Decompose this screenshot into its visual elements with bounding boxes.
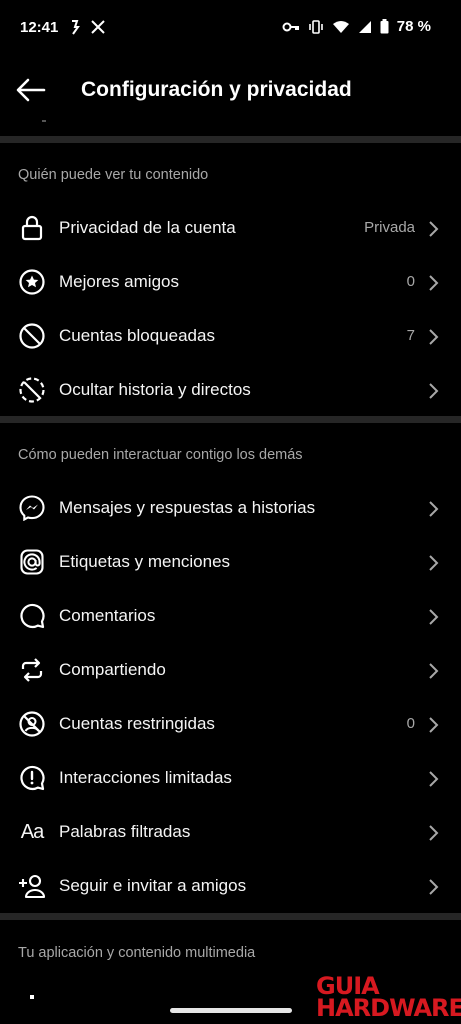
battery-percentage: 78 % (396, 18, 431, 35)
text-aa-icon: Aa (18, 818, 46, 846)
row-account-privacy[interactable]: Privacidad de la cuenta Privada (0, 201, 461, 255)
row-label: Cuentas bloqueadas (59, 326, 215, 345)
text-aa-glyph: Aa (20, 820, 44, 843)
partial-row-icon (30, 995, 34, 999)
chevron-right-icon (429, 879, 439, 895)
chevron-right-icon (429, 329, 439, 345)
row-label: Interacciones limitadas (59, 768, 232, 787)
page-title: Configuración y privacidad (81, 78, 352, 101)
wifi-icon (332, 20, 349, 33)
watermark-logo: GUIA HARDWARE (316, 972, 461, 1022)
row-value: Privada (364, 219, 415, 236)
row-label: Mejores amigos (59, 272, 179, 291)
row-comments[interactable]: Comentarios (0, 589, 461, 643)
activity-icon (72, 20, 80, 35)
home-indicator[interactable] (170, 1008, 292, 1013)
row-label: Etiquetas y menciones (59, 552, 231, 571)
chevron-right-icon (429, 383, 439, 399)
section-divider (0, 416, 461, 423)
chevron-right-icon (429, 275, 439, 291)
row-sharing[interactable]: Compartiendo (0, 643, 461, 697)
x-icon (91, 20, 105, 34)
share-repost-icon (18, 656, 46, 684)
status-time: 12:41 (20, 19, 59, 36)
row-hide-story[interactable]: Ocultar historia y directos (0, 363, 461, 417)
chevron-right-icon (429, 555, 439, 571)
section-divider (0, 913, 461, 920)
row-label: Ocultar historia y directos (59, 380, 251, 399)
page-header: Configuración y privacidad (0, 58, 461, 136)
hide-story-icon (18, 376, 46, 404)
section-title-who-can-see: Quién puede ver tu contenido (18, 167, 209, 183)
chevron-right-icon (429, 609, 439, 625)
chevron-right-icon (429, 717, 439, 733)
row-close-friends[interactable]: Mejores amigos 0 (0, 255, 461, 309)
star-circle-icon (18, 268, 46, 296)
row-value: 0 (406, 273, 415, 290)
status-bar: 12:41 78 % (0, 0, 461, 58)
limited-interactions-icon (18, 764, 46, 792)
chevron-right-icon (429, 501, 439, 517)
section-title-app-media: Tu aplicación y contenido multimedia (18, 945, 256, 961)
row-value: 7 (406, 327, 415, 344)
restricted-icon (18, 710, 46, 738)
messenger-icon (18, 494, 46, 522)
row-restricted-accounts[interactable]: Cuentas restringidas 0 (0, 697, 461, 751)
battery-icon (380, 19, 389, 34)
back-arrow-icon[interactable] (14, 76, 48, 104)
lock-icon (18, 214, 46, 242)
row-tags-mentions[interactable]: Etiquetas y menciones (0, 535, 461, 589)
at-mention-icon (18, 548, 46, 576)
row-label: Mensajes y respuestas a historias (59, 498, 316, 517)
scroll-hint (42, 120, 46, 122)
chevron-right-icon (429, 771, 439, 787)
block-icon (18, 322, 46, 350)
comment-icon (18, 602, 46, 630)
chevron-right-icon (429, 663, 439, 679)
row-label: Palabras filtradas (59, 822, 191, 841)
row-limited-interactions[interactable]: Interacciones limitadas (0, 751, 461, 805)
row-filtered-words[interactable]: Aa Palabras filtradas (0, 805, 461, 859)
row-label: Cuentas restringidas (59, 714, 215, 733)
vibrate-icon (308, 19, 323, 34)
watermark-bottom: HARDWARE (316, 994, 461, 1022)
signal-icon (358, 20, 371, 33)
row-label: Seguir e invitar a amigos (59, 876, 247, 895)
row-label: Compartiendo (59, 660, 166, 679)
row-label: Comentarios (59, 606, 156, 625)
section-title-interactions: Cómo pueden interactuar contigo los demá… (18, 447, 303, 463)
row-label: Privacidad de la cuenta (59, 218, 236, 237)
row-follow-invite[interactable]: Seguir e invitar a amigos (0, 859, 461, 913)
add-person-icon (18, 872, 46, 900)
chevron-right-icon (429, 221, 439, 237)
key-icon (282, 22, 299, 31)
row-messages-replies[interactable]: Mensajes y respuestas a historias (0, 481, 461, 535)
section-divider (0, 136, 461, 143)
chevron-right-icon (429, 825, 439, 841)
row-blocked-accounts[interactable]: Cuentas bloqueadas 7 (0, 309, 461, 363)
row-value: 0 (406, 715, 415, 732)
